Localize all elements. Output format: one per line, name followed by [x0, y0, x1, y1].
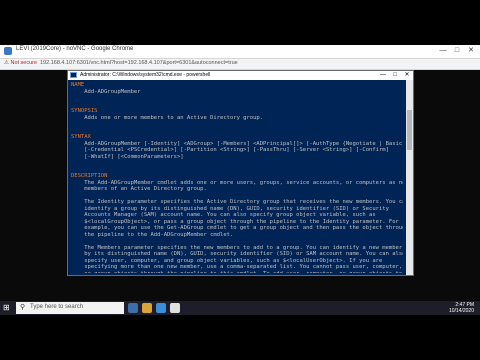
taskbar-clock[interactable]: 2:47 PM 10/14/2020 — [449, 302, 474, 314]
scrollbar-thumb[interactable] — [407, 110, 412, 150]
console-line: Accounts Manager (SAM) account name. You… — [71, 212, 376, 218]
console-line: [-Credential <PSCredential>] [-Partition… — [71, 147, 389, 153]
not-secure-label[interactable]: ⚠ Not secure — [4, 60, 37, 66]
console-scrollbar[interactable] — [406, 80, 413, 275]
console-line: specifying more than one new member, use… — [71, 264, 403, 270]
windows-start-icon[interactable]: ⊞ — [3, 304, 11, 312]
search-placeholder: Type here to search — [30, 304, 84, 310]
clock-date: 10/14/2020 — [448, 308, 474, 314]
powershell-window[interactable]: Administrator: C:\Windows\system32\cmd.e… — [67, 70, 414, 276]
url-text[interactable]: 192.168.4.107:6301/vnc.html?host=192.168… — [40, 60, 238, 66]
chrome-titlebar: LEVI (2019Core) - noVNC - Google Chrome … — [0, 45, 480, 59]
search-icon: ⚲ — [20, 304, 26, 311]
file-explorer-icon[interactable] — [142, 303, 152, 313]
minimize-icon[interactable]: — — [436, 46, 450, 56]
console-output[interactable]: NAME Add-ADGroupMember SYNOPSIS Adds one … — [71, 82, 403, 273]
taskbar-search-box[interactable]: ⚲ Type here to search — [16, 302, 124, 314]
address-bar[interactable]: ⚠ Not secure 192.168.4.107:6301/vnc.html… — [0, 59, 480, 70]
powershell-titlebar[interactable]: Administrator: C:\Windows\system32\cmd.e… — [68, 71, 413, 80]
cmd-icon — [70, 72, 77, 78]
ps-minimize-icon[interactable]: — — [377, 71, 389, 80]
video-frame: LEVI (2019Core) - noVNC - Google Chrome … — [0, 45, 480, 315]
chrome-icon[interactable] — [170, 303, 180, 313]
console-line: or group objects through the pipeline to… — [71, 271, 403, 274]
powershell-window-title: Administrator: C:\Windows\system32\cmd.e… — [80, 72, 211, 78]
chrome-window-title: LEVI (2019Core) - noVNC - Google Chrome — [16, 46, 134, 52]
ps-close-icon[interactable]: ✕ — [401, 71, 413, 80]
ps-maximize-icon[interactable]: □ — [389, 71, 401, 80]
task-view-icon[interactable] — [128, 303, 138, 313]
console-line: The Identity parameter specifies the Act… — [71, 199, 403, 205]
console-line: by its distinguished name (DN), GUID, se… — [71, 251, 403, 257]
windows-taskbar: ⊞ ⚲ Type here to search 2:47 PM 10/14/20… — [0, 301, 480, 315]
novnc-favicon-icon — [4, 47, 12, 55]
close-icon[interactable]: ✕ — [464, 46, 478, 56]
remote-desktop: Administrator: C:\Windows\system32\cmd.e… — [0, 70, 480, 301]
server-manager-icon[interactable] — [156, 303, 166, 313]
maximize-icon[interactable]: □ — [450, 46, 464, 56]
console-line: example, you can use the Get-ADGroup cmd… — [71, 225, 403, 231]
